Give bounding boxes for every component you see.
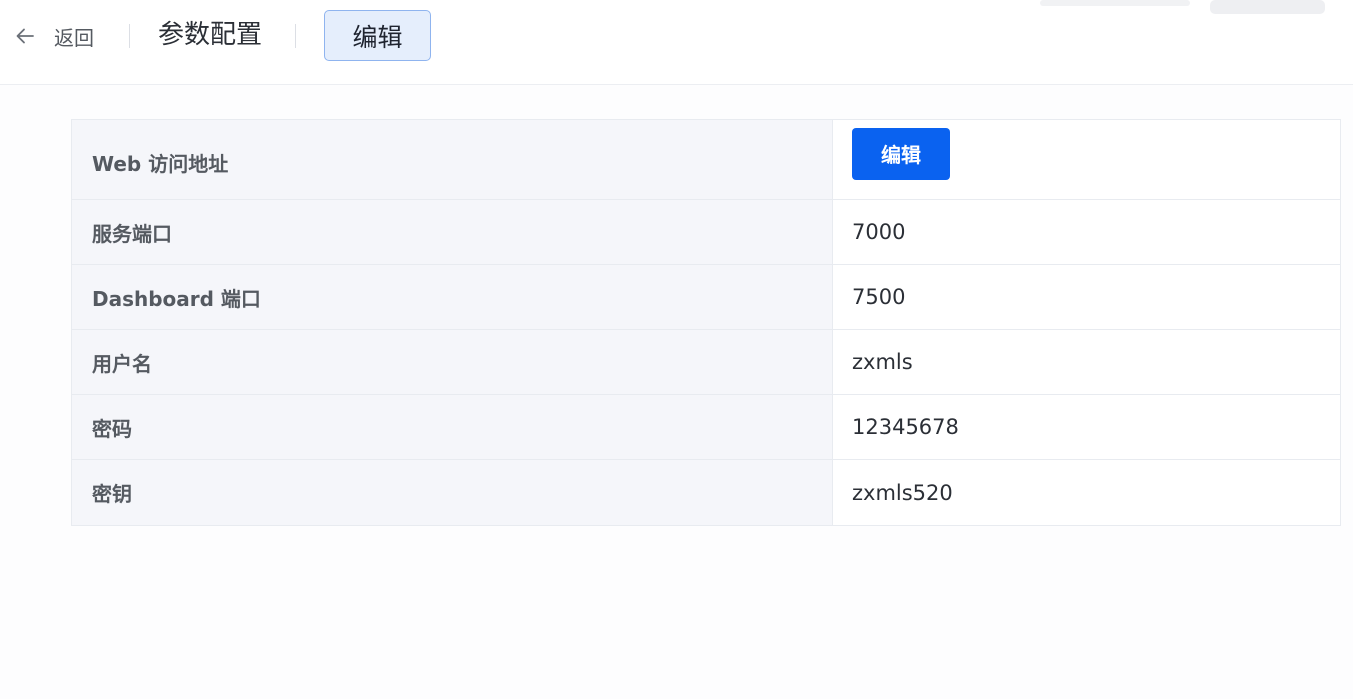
watermark-logo xyxy=(1040,0,1325,14)
arrow-left-icon xyxy=(16,28,34,44)
table-row: 密码 12345678 xyxy=(72,395,1340,460)
row-value: zxmls520 xyxy=(833,460,1340,525)
row-value: 7500 xyxy=(833,265,1340,329)
config-table: Web 访问地址 编辑 服务端口 7000 Dashboard 端口 7500 … xyxy=(71,119,1341,526)
row-value: zxmls xyxy=(833,330,1340,394)
table-row: Dashboard 端口 7500 xyxy=(72,265,1340,330)
table-row: 服务端口 7000 xyxy=(72,200,1340,265)
row-value: 12345678 xyxy=(833,395,1340,459)
table-row: 密钥 zxmls520 xyxy=(72,460,1340,525)
header-edit-button[interactable]: 编辑 xyxy=(324,10,431,61)
header-bar: 返回 参数配置 编辑 xyxy=(0,0,1353,85)
header-divider xyxy=(129,24,130,48)
row-label: 服务端口 xyxy=(72,200,833,264)
page-title: 参数配置 xyxy=(158,20,263,50)
page: 返回 参数配置 编辑 Web 访问地址 编辑 服务端口 7000 Dashboa… xyxy=(0,0,1353,699)
edit-web-address-button[interactable]: 编辑 xyxy=(852,127,950,180)
back-button[interactable]: 返回 xyxy=(14,20,94,52)
row-label: 密码 xyxy=(72,395,833,459)
row-label: 密钥 xyxy=(72,460,833,525)
row-label: Dashboard 端口 xyxy=(72,265,833,329)
row-value: 7000 xyxy=(833,200,1340,264)
table-row: Web 访问地址 编辑 xyxy=(72,120,1340,200)
row-value: 编辑 xyxy=(833,120,1340,199)
row-label: Web 访问地址 xyxy=(72,120,833,199)
table-row: 用户名 zxmls xyxy=(72,330,1340,395)
row-label: 用户名 xyxy=(72,330,833,394)
header-divider xyxy=(295,24,296,48)
back-label: 返回 xyxy=(54,25,94,50)
